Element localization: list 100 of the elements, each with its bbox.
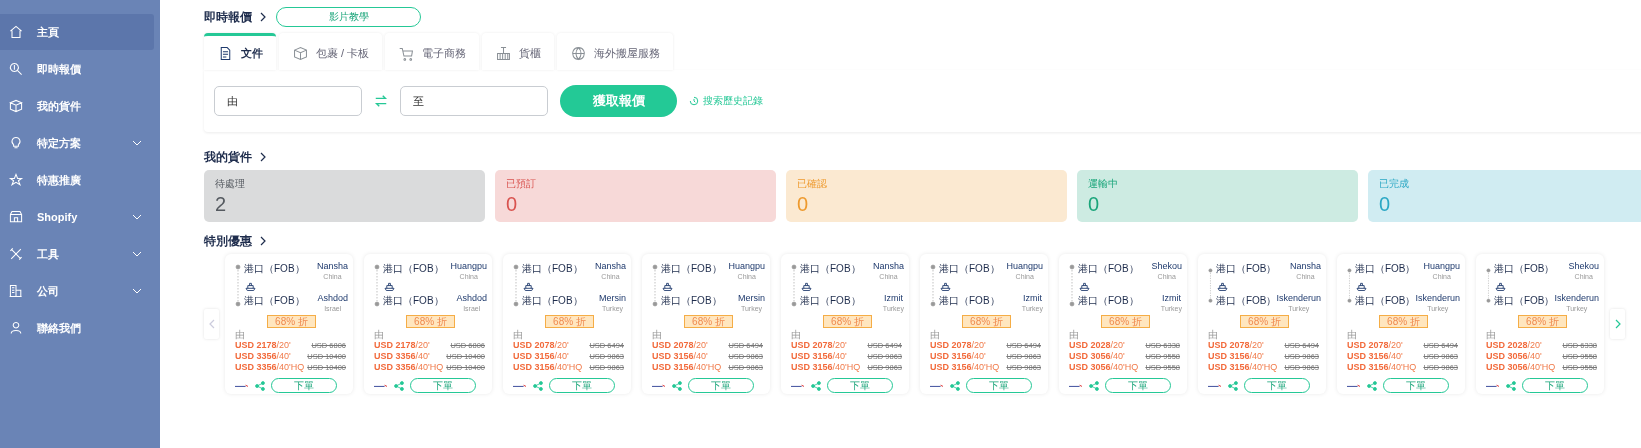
price-amount: USD 3356 (374, 351, 416, 362)
price-unit: /40' (1527, 351, 1542, 362)
port-label: 港口（FOB） (1215, 294, 1277, 308)
city-name: Huangpu (728, 261, 765, 272)
price-unit: /40' (1388, 351, 1403, 362)
status-card[interactable]: 已完成 0 (1368, 170, 1641, 222)
status-card[interactable]: 運輸中 0 (1077, 170, 1358, 222)
from-label: 由 (1069, 329, 1079, 340)
carrier-logo-icon (1486, 383, 1499, 388)
port-label: 港口（FOB） (522, 294, 583, 308)
sidebar-item[interactable]: 我的貨件 (0, 88, 154, 124)
video-tutorial-button[interactable]: 影片教學 (276, 7, 421, 27)
share-icon[interactable] (811, 380, 821, 391)
status-label: 待處理 (215, 177, 246, 191)
carrier-logo-icon (374, 383, 387, 388)
search-history-link[interactable]: 搜索歷史記錄 (689, 94, 763, 108)
port-label: 港口（FOB） (800, 294, 861, 308)
discount-badge: 68% 折 (545, 315, 594, 328)
price-amount: USD 3056 (1486, 351, 1528, 362)
sidebar-item[interactable]: 主頁 (0, 14, 154, 50)
port-label: 港口（FOB） (244, 294, 305, 308)
ship-icon (940, 282, 951, 291)
share-icon[interactable] (394, 380, 404, 391)
from-label: 由 (374, 329, 384, 340)
order-button[interactable]: 下單 (1105, 378, 1171, 393)
order-button[interactable]: 下單 (827, 378, 893, 393)
ship-icon (662, 282, 673, 291)
price-unit: /40'HQ (1249, 362, 1278, 373)
share-icon[interactable] (255, 380, 265, 391)
sidebar-item[interactable]: 聯絡我們 (0, 310, 154, 346)
destination-field[interactable]: 至 (400, 86, 548, 116)
status-card[interactable]: 已確認 0 (786, 170, 1067, 222)
price-amount: USD 2078 (652, 340, 694, 351)
port-label: 港口（FOB） (522, 262, 583, 276)
order-button[interactable]: 下單 (410, 378, 476, 393)
history-icon (689, 96, 699, 106)
tab[interactable]: 文件 (204, 33, 276, 70)
price-unit: /40'HQ (1110, 362, 1139, 373)
price-unit: /40' (1110, 351, 1125, 362)
from-label: 由 (791, 329, 801, 340)
share-icon[interactable] (533, 380, 543, 391)
price-amount: USD 2178 (235, 340, 277, 351)
price-unit: /40' (276, 351, 291, 362)
price-unit: /40'HQ (1388, 362, 1417, 373)
share-icon[interactable] (1367, 380, 1377, 391)
sidebar-item[interactable]: 公司 (0, 273, 154, 309)
order-button[interactable]: 下單 (1522, 378, 1588, 393)
order-button[interactable]: 下單 (549, 378, 615, 393)
share-icon[interactable] (1506, 380, 1516, 391)
price-amount: USD 3356 (235, 362, 277, 373)
share-icon[interactable] (1089, 380, 1099, 391)
city-name: Huangpu (1006, 261, 1043, 272)
price-amount: USD 2028 (1486, 340, 1528, 351)
sidebar-item[interactable]: 工具 (0, 236, 154, 272)
discount-badge: 68% 折 (267, 315, 316, 328)
city-name: Nansha (872, 261, 904, 272)
tab[interactable]: 包裹 / 卡板 (279, 33, 383, 70)
share-icon[interactable] (1228, 380, 1238, 391)
swap-icon[interactable] (374, 94, 388, 108)
price-amount: USD 3056 (1069, 351, 1111, 362)
order-button[interactable]: 下單 (1244, 378, 1310, 393)
order-button[interactable]: 下單 (1383, 378, 1449, 393)
carrier-logo-icon (513, 383, 526, 388)
order-button[interactable]: 下單 (966, 378, 1032, 393)
chevron-right-icon (260, 236, 266, 246)
price-unit: /40' (832, 351, 847, 362)
share-icon[interactable] (950, 380, 960, 391)
chevron-right-icon (260, 152, 266, 162)
ship-icon (1216, 282, 1228, 291)
order-button[interactable]: 下單 (688, 378, 754, 393)
price-amount: USD 3056 (1486, 362, 1528, 373)
ship-icon (1494, 282, 1506, 291)
sidebar-item[interactable]: 特定方案 (0, 125, 154, 161)
port-label: 港口（FOB） (661, 294, 722, 308)
city-name: Huangpu (1423, 261, 1460, 272)
price-unit: /40' (554, 351, 569, 362)
from-label: 由 (1486, 329, 1496, 340)
discount-badge: 68% 折 (684, 315, 733, 328)
status-label: 已預訂 (506, 177, 537, 191)
sidebar-item[interactable]: 即時報價 (0, 51, 154, 87)
port-label: 港口（FOB） (1493, 294, 1555, 308)
tab[interactable]: 電子商務 (385, 33, 480, 70)
sidebar-item[interactable]: 特惠推廣 (0, 162, 154, 198)
tab[interactable]: 海外搬屋服務 (557, 33, 674, 70)
price-unit: /20' (276, 340, 291, 351)
package-icon (292, 44, 309, 62)
previous-button[interactable] (204, 309, 219, 339)
order-button[interactable]: 下單 (271, 378, 337, 393)
price-amount: USD 2028 (1069, 340, 1111, 351)
price-amount: USD 3356 (235, 351, 277, 362)
status-card[interactable]: 已預訂 0 (495, 170, 776, 222)
share-icon[interactable] (672, 380, 682, 391)
next-button[interactable] (1610, 309, 1625, 339)
status-card[interactable]: 待處理 2 (204, 170, 485, 222)
price-unit: /20' (693, 340, 708, 351)
origin-field[interactable]: 由 (214, 86, 362, 116)
tab[interactable]: 貨櫃 (482, 33, 555, 70)
sidebar-item[interactable]: Shopify (0, 199, 154, 235)
get-quote-button[interactable]: 獲取報價 (560, 85, 677, 117)
price-unit: /20' (1249, 340, 1264, 351)
